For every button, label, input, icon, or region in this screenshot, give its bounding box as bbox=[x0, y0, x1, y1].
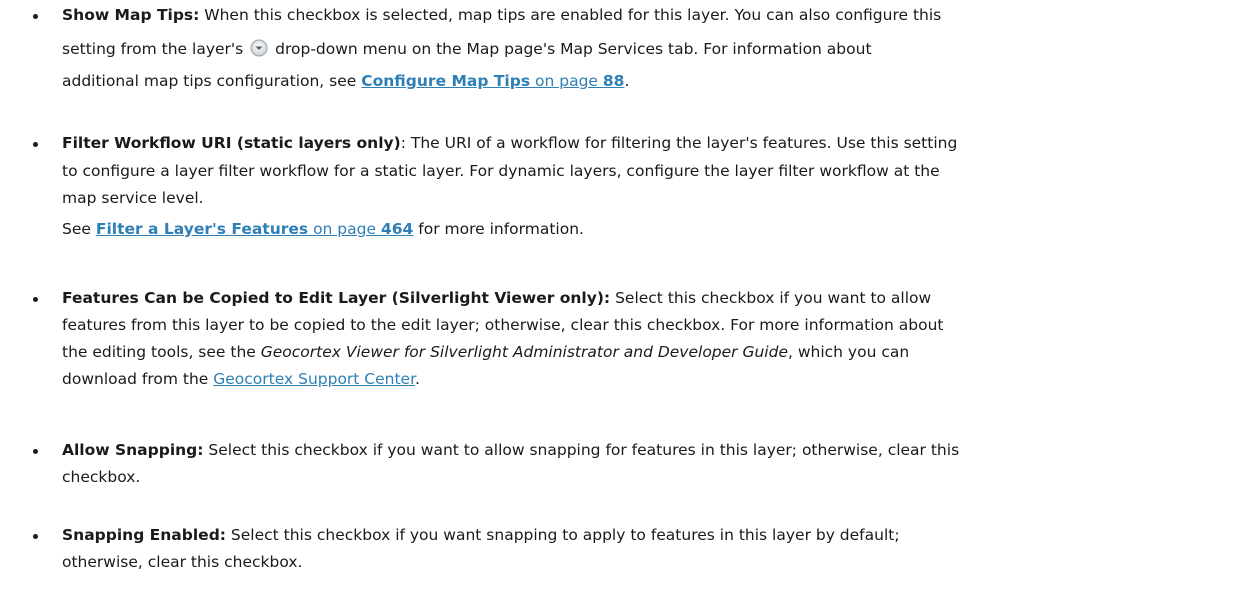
description-text: , which you can bbox=[788, 343, 910, 361]
list-item-snapping-enabled: Snapping Enabled: Select this checkbox i… bbox=[25, 523, 1220, 593]
line: the editing tools, see the Geocortex Vie… bbox=[62, 342, 909, 362]
description-text: Select this checkbox if you want to allo… bbox=[610, 289, 932, 307]
list-item-allow-snapping: Allow Snapping: Select this checkbox if … bbox=[25, 438, 1220, 518]
description-text: the editing tools, see the bbox=[62, 343, 256, 361]
description-text: additional map tips configuration, see bbox=[62, 72, 357, 90]
description-text: When this checkbox is selected, map tips… bbox=[199, 6, 942, 24]
description-text: otherwise, clear this checkbox. bbox=[62, 553, 303, 571]
description-text: features from this layer to be copied to… bbox=[62, 316, 944, 334]
description-text: See bbox=[62, 220, 91, 238]
description-text: : The URI of a workflow for filtering th… bbox=[400, 134, 958, 152]
line: map service level. bbox=[62, 188, 204, 208]
description-text: Select this checkbox if you want snappin… bbox=[225, 526, 900, 544]
description-text: for more information. bbox=[418, 220, 584, 238]
document-page: Show Map Tips: When this checkbox is sel… bbox=[0, 0, 1235, 598]
dropdown-circle-icon bbox=[250, 39, 268, 57]
filter-layer-features-link[interactable]: Filter a Layer's Features on page 464 bbox=[96, 220, 413, 238]
list-item-features-copied-edit-layer: Features Can be Copied to Edit Layer (Si… bbox=[25, 286, 1220, 436]
line: to configure a layer filter workflow for… bbox=[62, 161, 940, 181]
line: otherwise, clear this checkbox. bbox=[62, 552, 302, 572]
line: setting from the layer's drop-down menu … bbox=[62, 39, 872, 59]
line: download from the Geocortex Support Cent… bbox=[62, 369, 420, 389]
bullet-icon bbox=[33, 142, 38, 147]
bullet-icon bbox=[33, 297, 38, 302]
bullet-icon bbox=[33, 449, 38, 454]
line: checkbox. bbox=[62, 467, 140, 487]
line: See Filter a Layer's Features on page 46… bbox=[62, 219, 584, 239]
configure-map-tips-link[interactable]: Configure Map Tips on page 88 bbox=[361, 72, 624, 90]
list-item-show-map-tips: Show Map Tips: When this checkbox is sel… bbox=[25, 3, 1220, 123]
term-allow-snapping: Allow Snapping: bbox=[62, 441, 204, 459]
line: Allow Snapping: Select this checkbox if … bbox=[62, 440, 959, 460]
description-text: drop-down menu on the Map page's Map Ser… bbox=[275, 40, 872, 58]
term-snapping-enabled: Snapping Enabled: bbox=[62, 526, 226, 544]
description-text: to configure a layer filter workflow for… bbox=[62, 162, 940, 180]
line: additional map tips configuration, see C… bbox=[62, 71, 629, 91]
punctuation: . bbox=[415, 370, 420, 388]
punctuation: . bbox=[624, 72, 630, 90]
line: Features Can be Copied to Edit Layer (Si… bbox=[62, 288, 931, 308]
guide-title: Geocortex Viewer for Silverlight Adminis… bbox=[260, 343, 788, 361]
line: Filter Workflow URI (static layers only)… bbox=[62, 133, 957, 153]
geocortex-support-center-link[interactable]: Geocortex Support Center bbox=[213, 370, 415, 388]
description-text: Select this checkbox if you want to allo… bbox=[203, 441, 960, 459]
list-item-filter-workflow-uri: Filter Workflow URI (static layers only)… bbox=[25, 131, 1220, 271]
description-text: checkbox. bbox=[62, 468, 141, 486]
line: Show Map Tips: When this checkbox is sel… bbox=[62, 5, 941, 25]
term-show-map-tips: Show Map Tips: bbox=[62, 6, 200, 24]
bullet-icon bbox=[33, 14, 38, 19]
description-text: setting from the layer's bbox=[62, 40, 244, 58]
term-filter-workflow-uri: Filter Workflow URI (static layers only) bbox=[62, 134, 401, 152]
description-text: map service level. bbox=[62, 189, 204, 207]
line: features from this layer to be copied to… bbox=[62, 315, 944, 335]
bullet-icon bbox=[33, 534, 38, 539]
term-features-copied: Features Can be Copied to Edit Layer (Si… bbox=[62, 289, 611, 307]
line: Snapping Enabled: Select this checkbox i… bbox=[62, 525, 900, 545]
description-text: download from the bbox=[62, 370, 209, 388]
